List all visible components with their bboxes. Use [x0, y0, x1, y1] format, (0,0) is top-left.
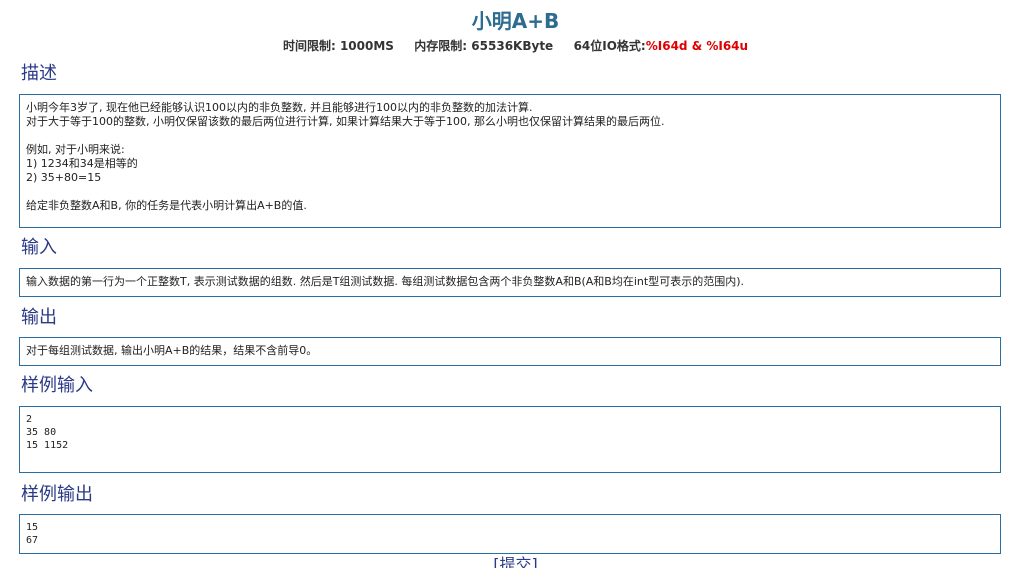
submit-area: [提交] [0, 556, 1031, 568]
description-box: 小明今年3岁了, 现在他已经能够认识100以内的非负整数, 并且能够进行100以… [19, 94, 1001, 228]
input-heading: 输入 [21, 237, 57, 258]
problem-title: 小明A+B [471, 9, 560, 33]
sample-output-heading: 样例输出 [21, 484, 93, 505]
problem-page: 小明A+B 时间限制: 1000MS 内存限制: 65536KByte 64位I… [0, 0, 1031, 568]
time-limit-label: 时间限制: [282, 39, 336, 53]
sample-input-heading: 样例输入 [21, 375, 93, 396]
limits-line: 时间限制: 1000MS 内存限制: 65536KByte 64位IO格式:%I… [0, 38, 1031, 54]
description-heading: 描述 [21, 63, 57, 84]
submit-link[interactable]: [提交] [493, 555, 538, 568]
output-box: 对于每组测试数据, 输出小明A+B的结果，结果不含前导0。 [19, 337, 1001, 366]
time-limit-value: 1000MS [339, 39, 394, 53]
sample-output-box: 15 67 [19, 514, 1001, 554]
memory-limit-value: 65536KByte [471, 39, 554, 53]
memory-limit-label: 内存限制: [414, 39, 468, 53]
io-format-value: %I64d & %I64u [645, 39, 749, 53]
io-format-label: 64位IO格式: [573, 39, 646, 53]
sample-input-box: 2 35 80 15 1152 [19, 406, 1001, 473]
input-box: 输入数据的第一行为一个正整数T, 表示测试数据的组数. 然后是T组测试数据. 每… [19, 268, 1001, 297]
output-heading: 输出 [21, 307, 57, 328]
